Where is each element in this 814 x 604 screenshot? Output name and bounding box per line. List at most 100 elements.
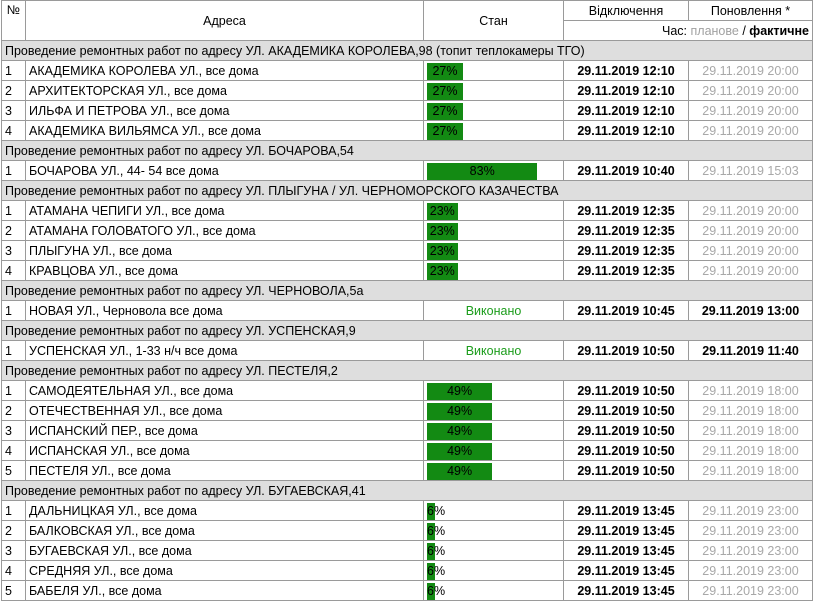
row-address: ИЛЬФА И ПЕТРОВА УЛ., все дома (25, 100, 424, 121)
table-row: 1 НОВАЯ УЛ., Черновола все дома Виконано 29… (1, 300, 813, 321)
progress-bar: 27% (427, 102, 560, 120)
row-state: 6% (423, 560, 564, 581)
table-row: 5 ПЕСТЕЛЯ УЛ., все дома 49% 29.11.2019 10:5… (1, 460, 813, 481)
group-header-row: Проведение ремонтных работ по адресу УЛ.… (1, 480, 813, 501)
row-state: 23% (423, 260, 564, 281)
progress-bar: 49% (427, 402, 560, 420)
row-disconnect-time: 29.11.2019 12:10 (563, 80, 689, 101)
header-address: Адреса (25, 0, 424, 41)
row-restore-time: 29.11.2019 23:00 (688, 580, 813, 601)
progress-label: 49% (447, 463, 473, 478)
progress-label: 27% (432, 83, 458, 98)
group-title: Проведение ремонтных работ по адресу УЛ.… (1, 280, 813, 301)
progress-label: 23% (429, 223, 455, 238)
group-header-row: Проведение ремонтных работ по адресу УЛ.… (1, 40, 813, 61)
progress-bar: 49% (427, 422, 560, 440)
row-address: АТАМАНА ГОЛОВАТОГО УЛ., все дома (25, 220, 424, 241)
header-number: № (1, 0, 26, 41)
status-done: Виконано (465, 303, 522, 318)
row-address: БАЛКОВСКАЯ УЛ., все дома (25, 520, 424, 541)
table-header: № Адреса Стан Відключення Поновлення * Ч… (1, 0, 813, 41)
row-state: Виконано (423, 300, 564, 321)
row-number: 1 (1, 340, 26, 361)
progress-label: 6% (427, 523, 446, 538)
row-address: БАБЕЛЯ УЛ., все дома (25, 580, 424, 601)
row-disconnect-time: 29.11.2019 10:45 (563, 300, 689, 321)
progress-label: 49% (447, 403, 473, 418)
progress-bar: 49% (427, 382, 560, 400)
row-number: 1 (1, 160, 26, 181)
progress-bar: 83% (427, 162, 560, 180)
row-address: ПЛЫГУНА УЛ., все дома (25, 240, 424, 261)
table-row: 2 БАЛКОВСКАЯ УЛ., все дома 6% 29.11.2019 13… (1, 520, 813, 541)
row-restore-time: 29.11.2019 20:00 (688, 260, 813, 281)
row-address: АКАДЕМИКА КОРОЛЕВА УЛ., все дома (25, 60, 424, 81)
progress-label: 83% (469, 163, 495, 178)
row-address: КРАВЦОВА УЛ., все дома (25, 260, 424, 281)
row-disconnect-time: 29.11.2019 13:45 (563, 580, 689, 601)
row-restore-time: 29.11.2019 23:00 (688, 560, 813, 581)
row-number: 5 (1, 460, 26, 481)
row-restore-time: 29.11.2019 18:00 (688, 420, 813, 441)
group-header-row: Проведение ремонтных работ по адресу УЛ.… (1, 280, 813, 301)
row-address: ДАЛЬНИЦКАЯ УЛ., все дома (25, 500, 424, 521)
planned-label: планове (690, 23, 739, 38)
progress-bar: 6% (427, 542, 560, 560)
row-number: 2 (1, 220, 26, 241)
table-row: 3 БУГАЕВСКАЯ УЛ., все дома 6% 29.11.2019 13… (1, 540, 813, 561)
row-disconnect-time: 29.11.2019 12:10 (563, 60, 689, 81)
row-state: 27% (423, 120, 564, 141)
table-row: 1 АКАДЕМИКА КОРОЛЕВА УЛ., все дома 27% 29.1… (1, 60, 813, 81)
group-title: Проведение ремонтных работ по адресу УЛ.… (1, 140, 813, 161)
progress-label: 23% (429, 243, 455, 258)
row-restore-time: 29.11.2019 18:00 (688, 440, 813, 461)
row-state: 23% (423, 240, 564, 261)
row-number: 3 (1, 540, 26, 561)
row-address: ПЕСТЕЛЯ УЛ., все дома (25, 460, 424, 481)
row-disconnect-time: 29.11.2019 13:45 (563, 560, 689, 581)
row-state: 6% (423, 540, 564, 561)
table-row: 1 ДАЛЬНИЦКАЯ УЛ., все дома 6% 29.11.2019 13… (1, 500, 813, 521)
separator: / (742, 23, 746, 38)
row-restore-time: 29.11.2019 23:00 (688, 500, 813, 521)
table-row: 5 БАБЕЛЯ УЛ., все дома 6% 29.11.2019 13:45 2… (1, 580, 813, 601)
header-update: Поновлення * (688, 0, 813, 21)
row-number: 1 (1, 380, 26, 401)
progress-bar: 27% (427, 62, 560, 80)
header-disconnect: Відключення (563, 0, 689, 21)
row-restore-time: 29.11.2019 20:00 (688, 220, 813, 241)
group-header-row: Проведение ремонтных работ по адресу УЛ.… (1, 360, 813, 381)
group-header-row: Проведение ремонтных работ по адресу УЛ.… (1, 320, 813, 341)
row-state: 27% (423, 60, 564, 81)
table-row: 1 САМОДЕЯТЕЛЬНАЯ УЛ., все дома 49% 29.11.20… (1, 380, 813, 401)
row-state: 49% (423, 400, 564, 421)
row-restore-time: 29.11.2019 20:00 (688, 100, 813, 121)
row-disconnect-time: 29.11.2019 12:35 (563, 260, 689, 281)
progress-bar: 23% (427, 262, 560, 280)
table-row: 2 ОТЕЧЕСТВЕННАЯ УЛ., все дома 49% 29.11.201… (1, 400, 813, 421)
group-title: Проведение ремонтных работ по адресу УЛ.… (1, 320, 813, 341)
row-state: 49% (423, 460, 564, 481)
group-title: Проведение ремонтных работ по адресу УЛ.… (1, 480, 813, 501)
progress-bar: 49% (427, 462, 560, 480)
row-address: САМОДЕЯТЕЛЬНАЯ УЛ., все дома (25, 380, 424, 401)
row-number: 1 (1, 300, 26, 321)
row-address: АТАМАНА ЧЕПИГИ УЛ., все дома (25, 200, 424, 221)
row-disconnect-time: 29.11.2019 10:50 (563, 420, 689, 441)
table-row: 1 АТАМАНА ЧЕПИГИ УЛ., все дома 23% 29.11.20… (1, 200, 813, 221)
row-state: 6% (423, 520, 564, 541)
progress-label: 27% (432, 123, 458, 138)
row-address: ОТЕЧЕСТВЕННАЯ УЛ., все дома (25, 400, 424, 421)
progress-label: 23% (429, 263, 455, 278)
row-disconnect-time: 29.11.2019 10:50 (563, 460, 689, 481)
progress-bar: 27% (427, 122, 560, 140)
row-number: 2 (1, 400, 26, 421)
progress-label: 27% (432, 103, 458, 118)
actual-label: фактичне (749, 23, 809, 38)
row-restore-time: 29.11.2019 20:00 (688, 80, 813, 101)
row-restore-time: 29.11.2019 20:00 (688, 200, 813, 221)
row-state: 27% (423, 80, 564, 101)
row-number: 3 (1, 100, 26, 121)
progress-bar: 6% (427, 522, 560, 540)
row-disconnect-time: 29.11.2019 12:35 (563, 200, 689, 221)
